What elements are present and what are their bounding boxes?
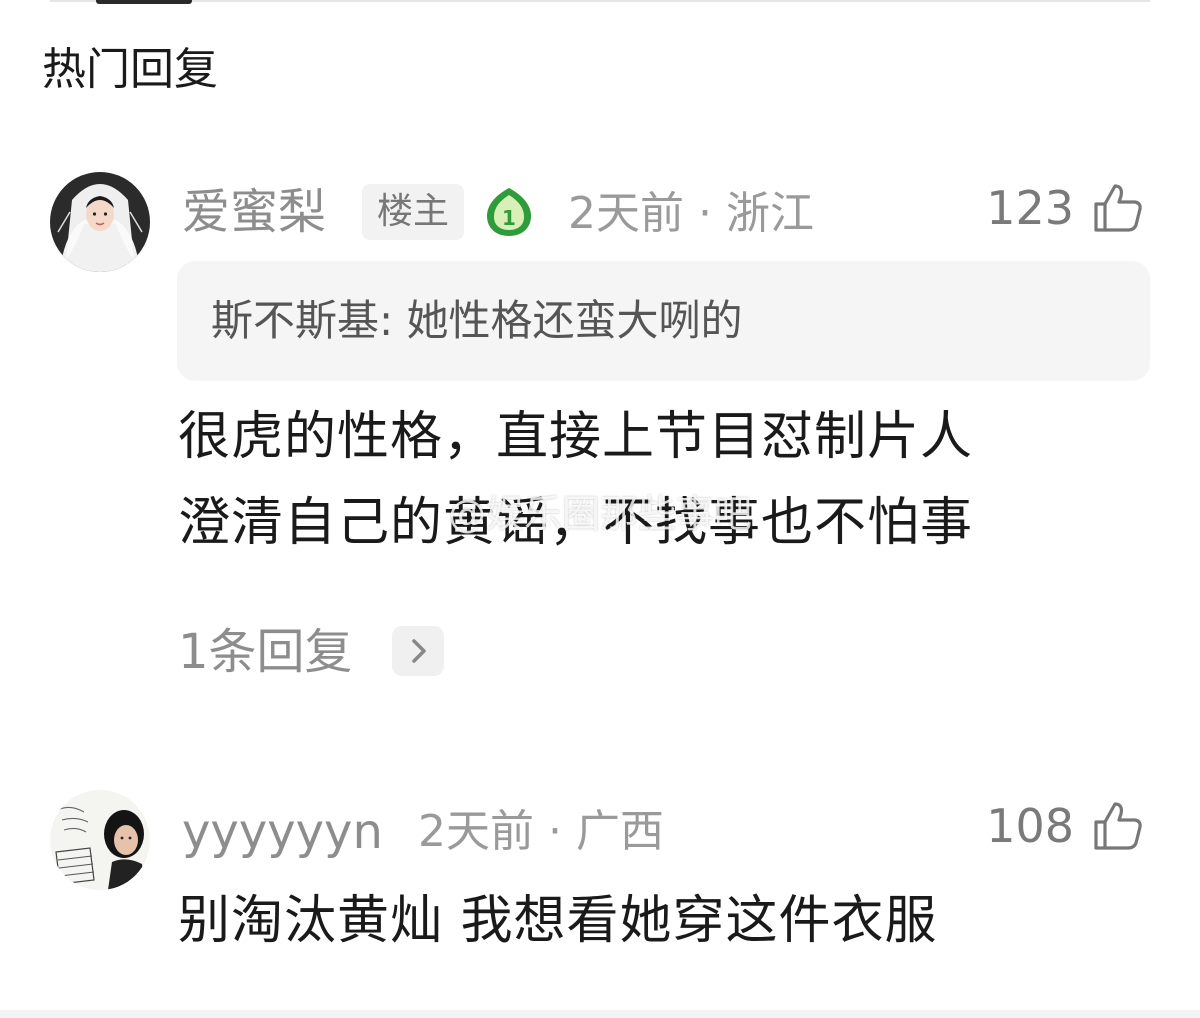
username[interactable]: 爱蜜梨 <box>182 182 326 242</box>
avatar[interactable] <box>50 790 150 890</box>
quoted-reply[interactable]: 斯不斯基: 她性格还蛮大咧的 <box>177 261 1150 381</box>
level-number: 1 <box>502 206 516 230</box>
thumbs-up-icon[interactable] <box>1090 180 1146 236</box>
thumbs-up-icon[interactable] <box>1090 798 1146 854</box>
avatar[interactable] <box>50 172 150 272</box>
watermark: @娱乐圈那些事吧 <box>448 492 753 536</box>
comment-body-line: 别淘汰黄灿 我想看她穿这件衣服 <box>178 891 938 951</box>
view-replies-link[interactable]: 1条回复 <box>178 622 353 682</box>
like-count[interactable]: 108 <box>954 798 1074 854</box>
quoted-reply-text: 斯不斯基: 她性格还蛮大咧的 <box>211 296 743 345</box>
comment-body: 别淘汰黄灿 我想看她穿这件衣服 <box>178 878 938 964</box>
bottom-divider <box>0 1010 1200 1018</box>
active-tab-indicator <box>96 0 192 4</box>
username[interactable]: yyyyyyn <box>182 802 383 862</box>
chevron-right-icon[interactable] <box>392 626 444 676</box>
top-divider <box>50 0 1150 2</box>
comment-body: 很虎的性格，直接上节目怼制片人 澄清自己的黄谣，不找事也不怕事 <box>178 394 973 566</box>
like-count[interactable]: 123 <box>954 180 1074 236</box>
owner-badge: 楼主 <box>362 184 464 240</box>
comment-meta: 2天前 · 广西 <box>418 806 664 857</box>
level-badge-icon: 1 <box>484 186 534 238</box>
comment-meta: 2天前 · 浙江 <box>568 188 814 239</box>
comment-body-line: 很虎的性格，直接上节目怼制片人 <box>178 407 974 467</box>
section-title: 热门回复 <box>42 44 218 95</box>
